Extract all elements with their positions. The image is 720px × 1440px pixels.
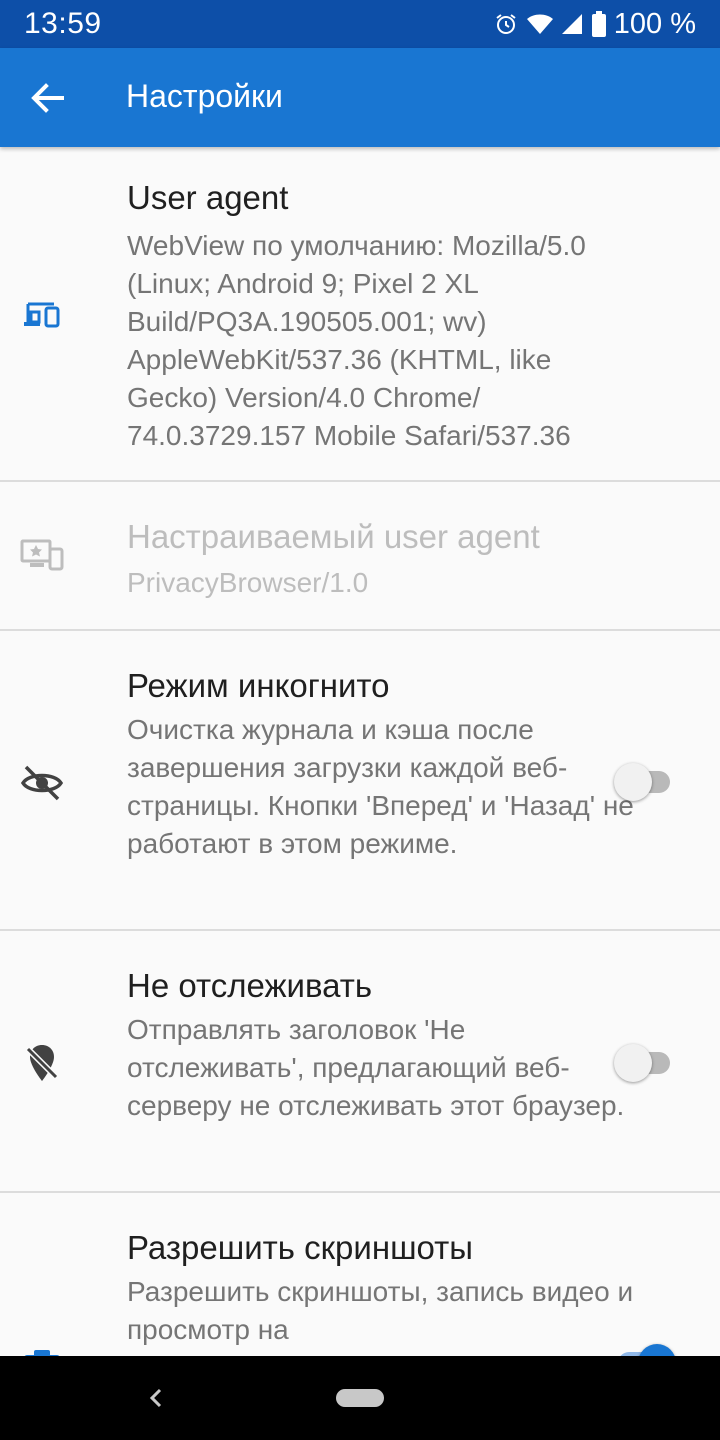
- allow-screenshots-toggle[interactable]: [614, 1343, 676, 1356]
- status-time: 13:59: [24, 7, 102, 40]
- home-pill-icon[interactable]: [336, 1389, 384, 1407]
- pref-summary: Разрешить скриншоты, запись видео и прос…: [127, 1276, 634, 1345]
- do-not-track-toggle[interactable]: [614, 1043, 674, 1083]
- signal-icon: [561, 14, 582, 34]
- wifi-icon: [526, 14, 553, 34]
- status-icons: 100 %: [494, 8, 696, 41]
- pref-title: Режим инкогнито: [127, 667, 390, 704]
- switch-thumb: [614, 763, 652, 801]
- nav-back-icon[interactable]: [144, 1380, 168, 1416]
- pref-title: User agent: [127, 179, 289, 216]
- incognito-toggle[interactable]: [614, 762, 674, 802]
- switch-thumb: [614, 1044, 652, 1082]
- pref-incognito-mode[interactable]: Режим инкогнито Очистка журнала и кэша п…: [0, 631, 720, 931]
- battery-percentage: 100 %: [613, 7, 696, 40]
- battery-icon: [591, 11, 606, 37]
- pref-summary: WebView по умолчанию: Mozilla/5.0 (Linux…: [127, 230, 586, 451]
- pref-do-not-track[interactable]: Не отслеживать Отправлять заголовок 'Не …: [0, 931, 720, 1193]
- switch-thumb: [638, 1344, 676, 1356]
- custom-user-agent-icon: [20, 539, 64, 571]
- page-title: Настройки: [126, 78, 283, 114]
- pref-summary: Очистка журнала и кэша после завершения …: [127, 714, 634, 859]
- camera-icon: [24, 1350, 60, 1356]
- status-bar: 13:59 100 %: [0, 0, 720, 48]
- pref-summary: PrivacyBrowser/1.0: [127, 567, 369, 598]
- pref-title: Настраиваемый user agent: [127, 518, 540, 555]
- navigation-bar: [0, 1356, 720, 1440]
- settings-list[interactable]: User agent WebView по умолчанию: Mozilla…: [0, 147, 720, 1356]
- alarm-icon: [496, 14, 516, 34]
- visibility-off-icon: [20, 765, 64, 801]
- arrow-back-icon[interactable]: [26, 76, 70, 120]
- pref-custom-user-agent: Настраиваемый user agent PrivacyBrowser/…: [0, 482, 720, 631]
- devices-icon: [24, 302, 60, 328]
- location-off-icon: [25, 1045, 59, 1081]
- pref-summary: Отправлять заголовок 'Не отслеживать', п…: [127, 1014, 625, 1121]
- pref-title: Не отслеживать: [127, 967, 373, 1004]
- pref-allow-screenshots[interactable]: Разрешить скриншоты Разрешить скриншоты,…: [0, 1193, 720, 1356]
- app-bar: Настройки: [0, 48, 720, 147]
- pref-user-agent[interactable]: User agent WebView по умолчанию: Mozilla…: [0, 147, 720, 482]
- pref-title: Разрешить скриншоты: [127, 1229, 474, 1266]
